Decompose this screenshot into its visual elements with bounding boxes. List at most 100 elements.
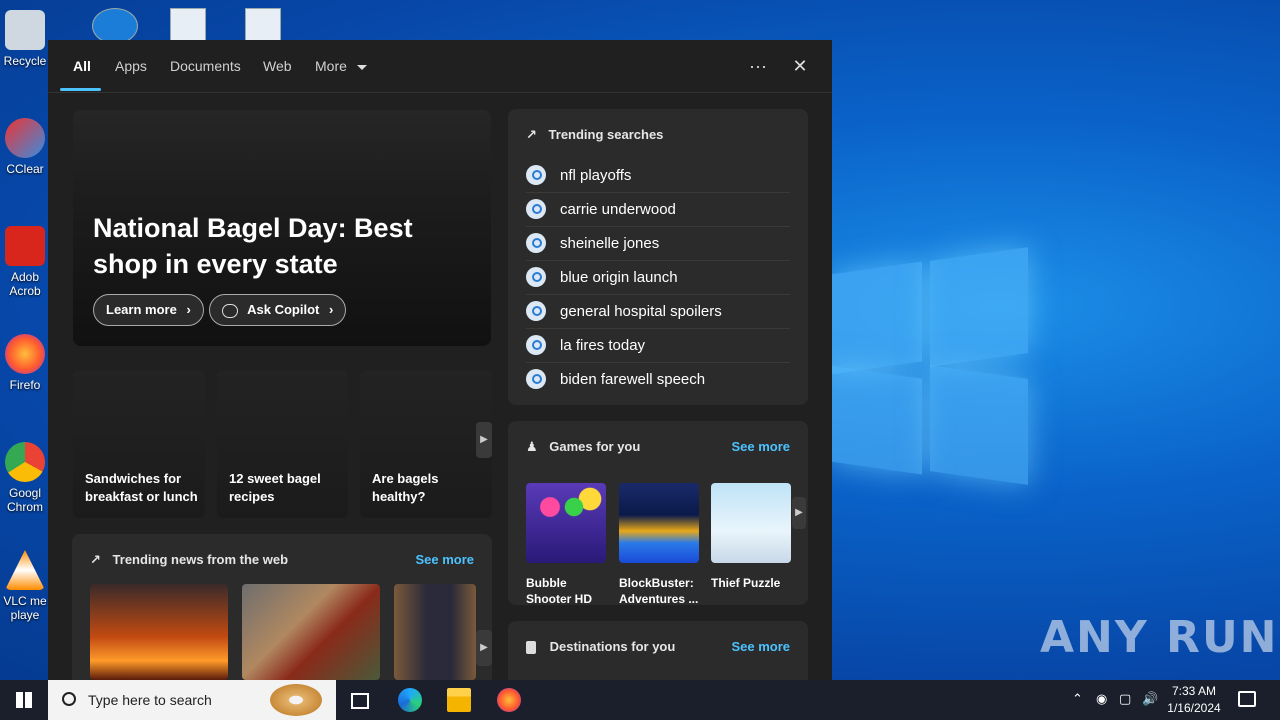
ellipsis-icon: ···	[749, 56, 767, 76]
bagel-highlight-icon	[270, 684, 322, 716]
trending-arrow-icon: ↗	[526, 127, 537, 142]
start-button[interactable]	[0, 680, 48, 720]
search-icon	[526, 165, 546, 185]
volume-icon[interactable]: 🔊	[1142, 691, 1158, 707]
search-icon	[526, 369, 546, 389]
tab-more-label: More	[315, 58, 347, 74]
game-tile[interactable]: BlockBuster: Adventures ...	[619, 483, 699, 607]
triangle-right-icon: ▶	[480, 642, 488, 653]
caret-down-icon	[356, 64, 367, 70]
destinations-header: Destinations for you	[526, 639, 675, 655]
learn-more-button[interactable]: Learn more ›	[93, 294, 204, 326]
game-controller-icon: ♟	[526, 439, 538, 454]
tab-documents[interactable]: Documents	[170, 58, 241, 74]
desktop-icon-google-chrome[interactable]: Googl Chrom	[0, 442, 50, 514]
trending-news-box: ↗ Trending news from the web See more ▶	[72, 534, 492, 680]
clock-time: 7:33 AM	[1171, 684, 1217, 698]
trending-search-item[interactable]: nfl playoffs	[526, 159, 790, 193]
desktop-icon-firefox[interactable]: Firefo	[0, 334, 50, 392]
trending-search-item[interactable]: blue origin launch	[526, 261, 790, 295]
acrobat-icon	[5, 226, 45, 266]
hero-title: National Bagel Day: Best shop in every s…	[93, 213, 413, 279]
trending-searches-box: ↗ Trending searches nfl playoffs carrie …	[508, 109, 808, 405]
trending-search-item[interactable]: sheinelle jones	[526, 227, 790, 261]
topic-card[interactable]: Sandwiches for breakfast or lunch	[73, 370, 205, 518]
search-icon	[526, 301, 546, 321]
game-tile[interactable]: Bubble Shooter HD	[526, 483, 606, 607]
trending-search-item[interactable]: carrie underwood	[526, 193, 790, 227]
triangle-right-icon: ▶	[795, 507, 803, 518]
topic-card[interactable]: 12 sweet bagel recipes	[217, 370, 348, 518]
topic-card[interactable]: Are bagels healthy?	[360, 370, 492, 518]
news-image-firefighter[interactable]	[242, 584, 380, 680]
ccleaner-icon	[5, 118, 45, 158]
trending-searches-header: ↗ Trending searches	[526, 127, 664, 142]
search-icon	[526, 199, 546, 219]
notification-center-icon[interactable]	[1238, 691, 1256, 710]
taskbar-search-box[interactable]: Type here to search	[48, 680, 336, 720]
cards-next-button[interactable]: ▶	[476, 422, 492, 458]
desktop-icon-ccleaner[interactable]: CClear	[0, 118, 50, 176]
clock[interactable]: 7:33 AM 1/16/2024	[1160, 683, 1228, 717]
search-icon	[62, 692, 76, 706]
more-options-button[interactable]: ···	[745, 54, 771, 80]
firefox-icon[interactable]	[497, 688, 521, 712]
active-tab-indicator	[60, 88, 101, 91]
desktop-icon-recycle-bin[interactable]: Recycle	[0, 10, 50, 68]
chevron-right-icon: ›	[186, 302, 191, 317]
chevron-right-icon: ›	[329, 302, 334, 317]
search-icon	[526, 233, 546, 253]
show-hidden-icons-chevron-icon[interactable]: ⌃	[1072, 691, 1083, 707]
firefox-icon	[5, 334, 45, 374]
windows-start-icon	[16, 692, 32, 708]
game-tile[interactable]: Thief Puzzle	[711, 483, 791, 591]
edge-icon[interactable]	[398, 688, 422, 712]
recycle-bin-icon	[5, 10, 45, 50]
meet-now-icon[interactable]: ◉	[1096, 691, 1107, 707]
trending-arrow-icon: ↗	[90, 552, 101, 567]
news-next-button[interactable]: ▶	[476, 630, 492, 666]
trending-search-item[interactable]: biden farewell speech	[526, 363, 790, 396]
tab-all[interactable]: All	[73, 58, 91, 74]
desktop-icon-vlc[interactable]: VLC me playe	[0, 550, 50, 622]
close-icon: ✕	[792, 56, 808, 76]
chrome-icon	[5, 442, 45, 482]
news-image-wildfire[interactable]	[90, 584, 228, 680]
trending-search-item[interactable]: la fires today	[526, 329, 790, 363]
desktop-icon-adobe-acrobat[interactable]: Adob Acrob	[0, 226, 50, 298]
news-see-more-link[interactable]: See more	[415, 552, 474, 567]
destinations-see-more-link[interactable]: See more	[731, 639, 790, 654]
tab-web[interactable]: Web	[263, 58, 292, 74]
file-explorer-icon[interactable]	[447, 688, 471, 712]
vlc-icon	[5, 550, 45, 590]
anyrun-watermark: ANY RUN	[1040, 612, 1279, 663]
trending-news-header: ↗ Trending news from the web	[90, 552, 289, 567]
games-see-more-link[interactable]: See more	[731, 439, 790, 454]
games-box: ♟ Games for you See more Bubble Shooter …	[508, 421, 808, 607]
edge-desktop-icon[interactable]	[92, 8, 138, 44]
news-image-speech[interactable]	[394, 584, 476, 680]
search-panel: All Apps Documents Web More ··· ✕ Nation…	[48, 40, 832, 680]
games-header: ♟ Games for you	[526, 439, 641, 454]
tab-apps[interactable]: Apps	[115, 58, 147, 74]
bubble-shooter-thumbnail	[526, 483, 606, 563]
task-view-icon[interactable]	[348, 688, 372, 712]
search-tabs: All Apps Documents Web More ··· ✕	[48, 40, 832, 93]
hero-banner[interactable]: National Bagel Day: Best shop in every s…	[73, 110, 491, 346]
search-icon	[526, 267, 546, 287]
trending-search-item[interactable]: general hospital spoilers	[526, 295, 790, 329]
chat-bubble-icon	[222, 303, 238, 318]
windows-logo-wallpaper	[830, 240, 1030, 485]
tab-more[interactable]: More	[315, 58, 367, 74]
luggage-icon	[526, 641, 536, 655]
blockbuster-thumbnail	[619, 483, 699, 563]
taskbar: Type here to search ⌃ ◉ ▢ 🔊 7:33 AM 1/16…	[0, 680, 1280, 720]
games-next-button[interactable]: ▶	[792, 497, 806, 529]
close-button[interactable]: ✕	[787, 54, 813, 80]
destinations-box: Destinations for you See more	[508, 621, 808, 680]
network-icon[interactable]: ▢	[1119, 691, 1131, 707]
ask-copilot-button[interactable]: Ask Copilot ›	[209, 294, 347, 326]
clock-date: 1/16/2024	[1167, 701, 1221, 715]
search-icon	[526, 335, 546, 355]
search-placeholder: Type here to search	[88, 692, 212, 708]
